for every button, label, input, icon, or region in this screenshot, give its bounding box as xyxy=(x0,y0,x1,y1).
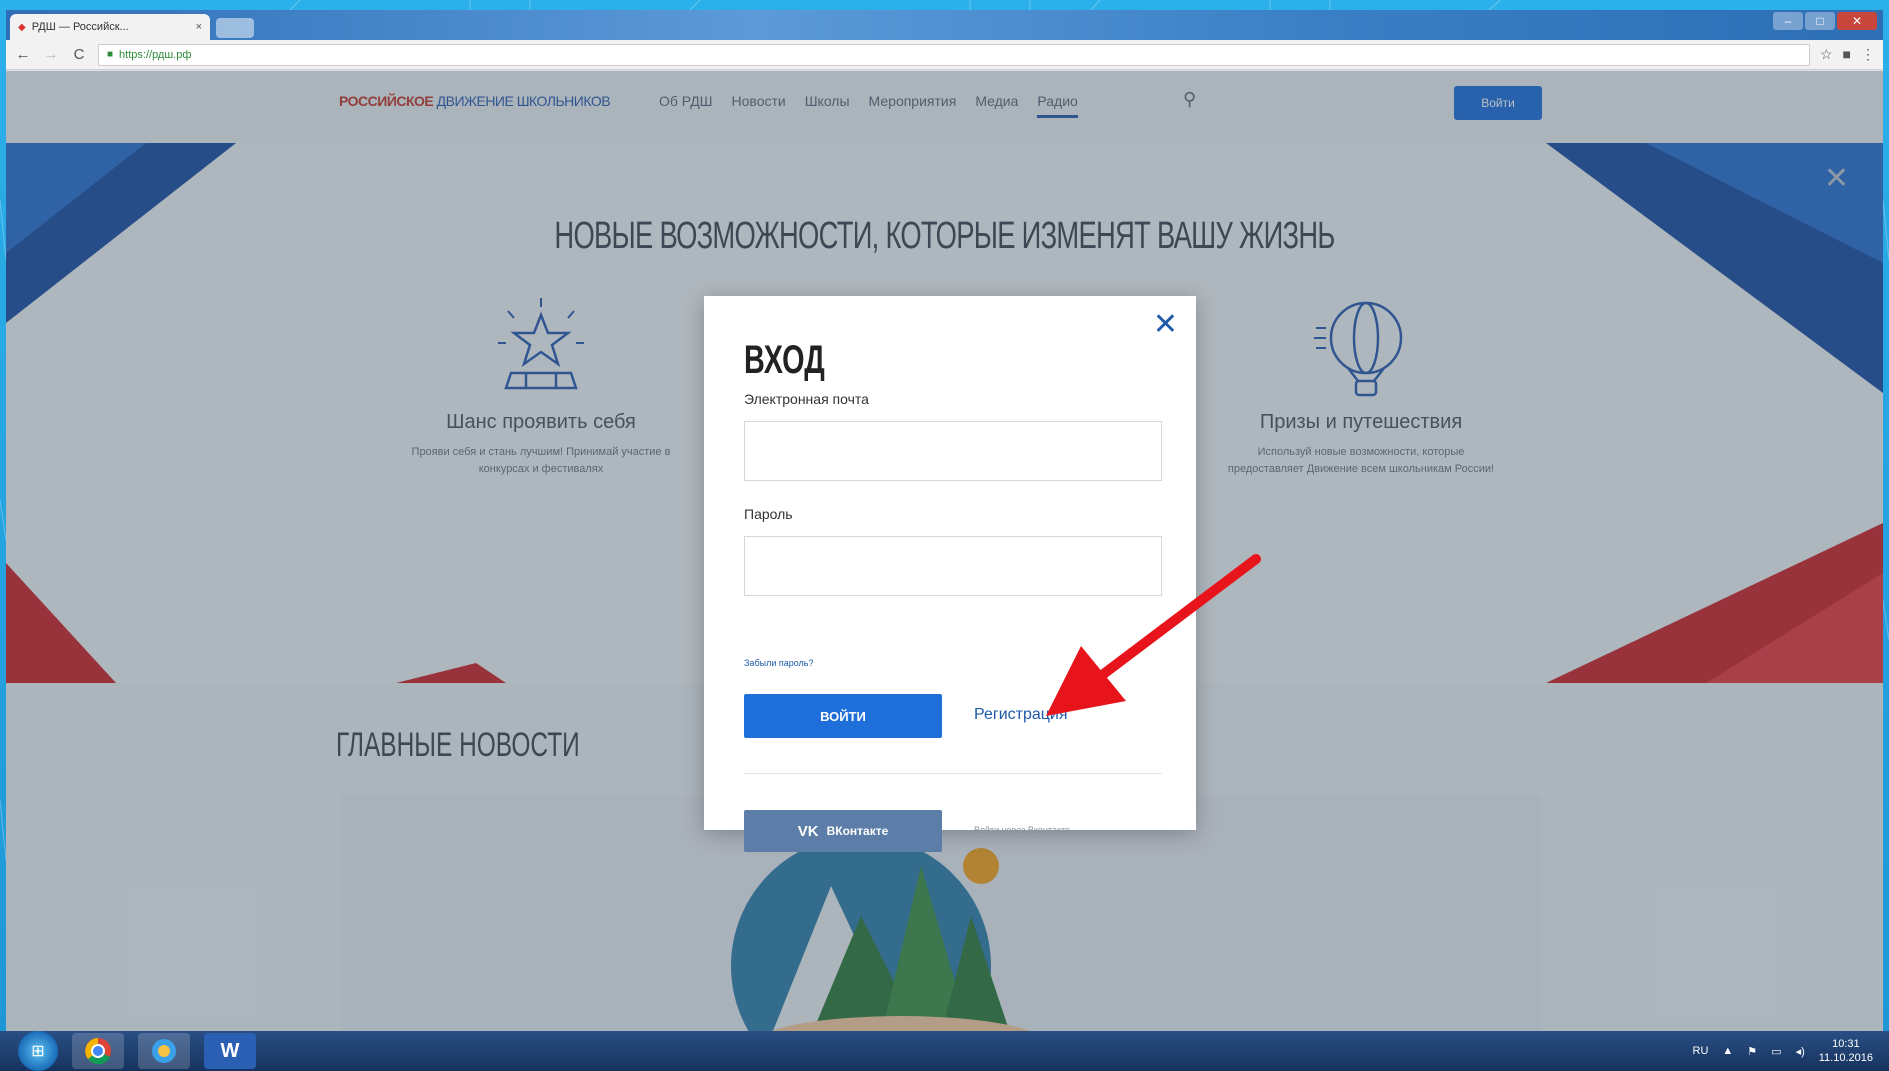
explorer-logo-icon xyxy=(152,1039,176,1063)
network-icon[interactable]: ▭ xyxy=(1771,1045,1781,1058)
forgot-password-link[interactable]: Забыли пароль? xyxy=(744,658,813,668)
new-tab-button[interactable] xyxy=(216,18,254,38)
vk-login-caption: Войти через Вконтакте xyxy=(974,825,1070,835)
register-link[interactable]: Регистрация xyxy=(974,706,1068,724)
bookmark-star-icon[interactable]: ☆ xyxy=(1820,46,1833,63)
volume-icon[interactable]: ◂) xyxy=(1796,1045,1805,1058)
language-indicator[interactable]: RU xyxy=(1693,1045,1709,1057)
browser-window: ◆ РДШ — Российск... × – □ ✕ ← → C ■ http… xyxy=(6,10,1883,1031)
address-bar[interactable]: ■ https://рдш.рф xyxy=(98,43,1810,66)
vk-logo-icon: VK xyxy=(797,822,819,840)
vk-login-button[interactable]: VK ВКонтакте xyxy=(744,810,942,852)
clock[interactable]: 10:31 11.10.2016 xyxy=(1819,1037,1873,1065)
reload-icon[interactable]: C xyxy=(70,46,88,63)
back-icon[interactable]: ← xyxy=(14,46,32,63)
maximize-icon[interactable]: □ xyxy=(1805,12,1835,30)
lock-icon: ■ xyxy=(107,49,114,60)
submit-login-button[interactable]: ВОЙТИ xyxy=(744,694,942,738)
ie-taskbar-icon[interactable] xyxy=(138,1033,190,1069)
close-icon[interactable]: ✕ xyxy=(1153,310,1178,340)
web-page: РОССИЙСКОЕ ДВИЖЕНИЕ ШКОЛЬНИКОВ Об РДШ Но… xyxy=(6,71,1883,1031)
flag-icon[interactable]: ⚑ xyxy=(1747,1045,1757,1058)
window-controls: – □ ✕ xyxy=(1773,12,1877,30)
password-label: Пароль xyxy=(744,506,793,522)
tab-close-icon[interactable]: × xyxy=(196,21,202,33)
vk-button-label: ВКонтакте xyxy=(826,824,889,838)
window-close-icon[interactable]: ✕ xyxy=(1837,12,1877,30)
tray-expand-icon[interactable]: ▲ xyxy=(1722,1045,1733,1057)
password-field[interactable] xyxy=(744,536,1162,596)
toolbar-actions: ☆ ■ ⋮ xyxy=(1820,46,1875,63)
browser-toolbar: ← → C ■ https://рдш.рф ☆ ■ ⋮ xyxy=(6,40,1883,70)
email-field[interactable] xyxy=(744,421,1162,481)
browser-tab[interactable]: ◆ РДШ — Российск... × xyxy=(10,14,210,40)
clock-date: 11.10.2016 xyxy=(1818,1052,1873,1064)
menu-icon[interactable]: ⋮ xyxy=(1861,46,1875,63)
windows-taskbar: ⊞ W RU ▲ ⚑ ▭ ◂) 10:31 11.10.2016 xyxy=(0,1031,1889,1071)
forward-icon[interactable]: → xyxy=(42,46,60,63)
url-text: https://рдш.рф xyxy=(119,48,192,61)
word-taskbar-icon[interactable]: W xyxy=(204,1033,256,1069)
chrome-logo-icon xyxy=(85,1038,111,1065)
tab-title: РДШ — Российск... xyxy=(31,21,129,33)
system-tray: RU ▲ ⚑ ▭ ◂) 10:31 11.10.2016 xyxy=(1693,1037,1889,1065)
clock-time: 10:31 xyxy=(1832,1038,1860,1050)
modal-title: ВХОД xyxy=(744,338,825,382)
favicon-icon: ◆ xyxy=(18,21,26,33)
start-button-icon[interactable]: ⊞ xyxy=(18,1031,58,1071)
login-modal: ✕ ВХОД Электронная почта Пароль Забыли п… xyxy=(704,296,1196,852)
email-label: Электронная почта xyxy=(744,391,869,407)
chrome-taskbar-icon[interactable] xyxy=(72,1033,124,1069)
minimize-icon[interactable]: – xyxy=(1773,12,1803,30)
extension-icon[interactable]: ■ xyxy=(1843,46,1851,63)
modal-divider xyxy=(744,773,1162,774)
tab-strip: ◆ РДШ — Российск... × – □ ✕ xyxy=(6,10,1883,40)
